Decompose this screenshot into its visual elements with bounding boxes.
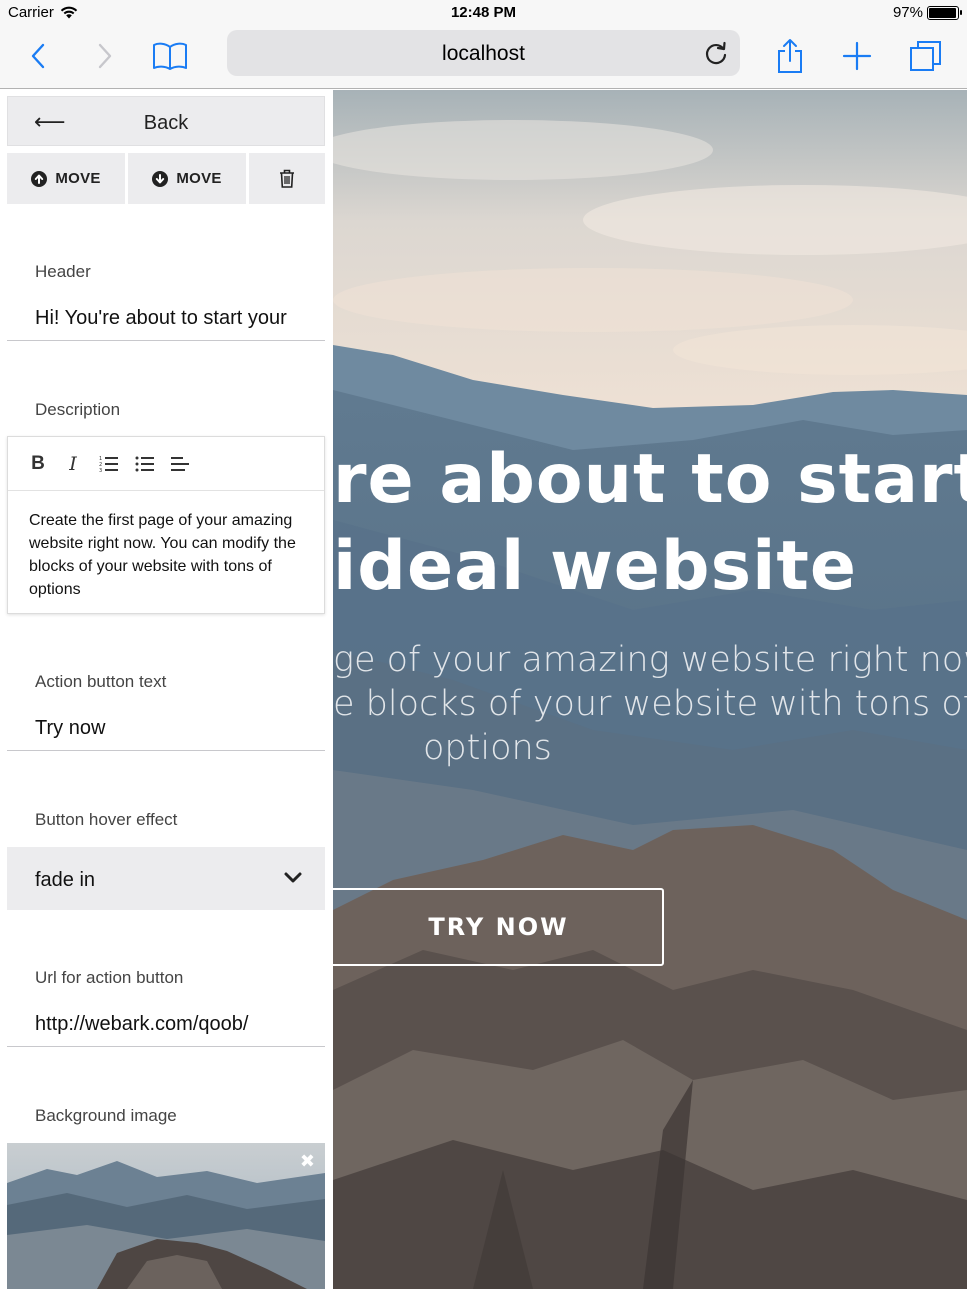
- back-chevron-icon[interactable]: [16, 34, 60, 78]
- description-rich-editor[interactable]: B I 1 2 3 Create the first page of your …: [7, 436, 325, 614]
- delete-block-button[interactable]: [249, 153, 325, 204]
- hover-effect-select[interactable]: fade in: [7, 847, 325, 910]
- back-button-label: Back: [143, 112, 189, 134]
- share-icon[interactable]: [768, 34, 812, 78]
- action-url-label: Url for action button: [35, 968, 184, 987]
- address-bar[interactable]: localhost: [227, 30, 740, 76]
- unordered-list-icon[interactable]: [133, 452, 157, 476]
- hover-effect-value: fade in: [35, 869, 96, 891]
- block-editor-panel: ⟵ Back MOVE MOVE Header Hi! You're about…: [0, 90, 333, 1289]
- arrow-circle-up-icon: [31, 170, 48, 187]
- align-left-icon[interactable]: [168, 452, 192, 476]
- hero-title-line-2: ideal website: [333, 527, 857, 606]
- page-preview: re about to start ideal website ge of yo…: [333, 90, 967, 1289]
- arrow-circle-down-icon: [152, 170, 169, 187]
- block-actions: MOVE MOVE: [7, 153, 325, 204]
- background-image-thumbnail[interactable]: ✖: [7, 1143, 325, 1289]
- reload-icon[interactable]: [702, 39, 730, 67]
- forward-chevron-icon[interactable]: [83, 34, 127, 78]
- action-button-text-underline: [7, 750, 325, 751]
- move-up-label: MOVE: [55, 170, 101, 187]
- remove-image-icon[interactable]: ✖: [300, 1151, 315, 1172]
- button-hover-effect-label: Button hover effect: [35, 810, 178, 829]
- hero-subtitle-line-2: e blocks of your website with tons of: [333, 684, 967, 724]
- try-now-button[interactable]: TRY NOW: [333, 888, 664, 966]
- action-url-underline: [7, 1046, 325, 1047]
- action-button-text-input[interactable]: Try now: [35, 717, 323, 740]
- new-tab-plus-icon[interactable]: [835, 34, 879, 78]
- hero-subtitle-line-1: ge of your amazing website right now.: [333, 640, 967, 680]
- rich-text-toolbar: B I 1 2 3: [8, 437, 324, 491]
- bookmarks-book-icon[interactable]: [148, 34, 192, 78]
- status-bar: Carrier 12:48 PM 97%: [0, 0, 967, 26]
- description-field-label: Description: [35, 400, 121, 419]
- battery-status: 97%: [892, 4, 962, 21]
- ordered-list-icon[interactable]: 1 2 3: [97, 452, 121, 476]
- try-now-label: TRY NOW: [428, 913, 569, 941]
- move-down-button[interactable]: MOVE: [128, 153, 246, 204]
- header-underline: [7, 340, 325, 341]
- header-input[interactable]: Hi! You're about to start your: [35, 307, 323, 330]
- hero-subtitle-line-3: options: [423, 728, 552, 768]
- hero-title-line-1: re about to start: [333, 440, 967, 519]
- trash-icon: [280, 169, 294, 188]
- svg-text:3: 3: [99, 468, 102, 473]
- italic-icon[interactable]: I: [61, 452, 85, 476]
- bold-icon[interactable]: B: [26, 452, 50, 476]
- background-image-label: Background image: [35, 1106, 177, 1125]
- battery-icon: [927, 5, 962, 20]
- header-field-label: Header: [35, 262, 91, 281]
- back-button[interactable]: ⟵ Back: [7, 96, 325, 146]
- tabs-icon[interactable]: [904, 34, 948, 78]
- move-down-label: MOVE: [176, 170, 222, 187]
- browser-toolbar: localhost: [0, 26, 967, 89]
- description-text[interactable]: Create the first page of your amazing we…: [29, 509, 313, 601]
- chevron-down-icon: [284, 872, 302, 883]
- action-button-text-label: Action button text: [35, 672, 167, 691]
- url-text: localhost: [442, 42, 525, 65]
- clock: 12:48 PM: [450, 4, 517, 21]
- action-url-input[interactable]: http://webark.com/qoob/: [35, 1013, 323, 1036]
- battery-percent: 97%: [892, 4, 923, 21]
- move-up-button[interactable]: MOVE: [7, 153, 125, 204]
